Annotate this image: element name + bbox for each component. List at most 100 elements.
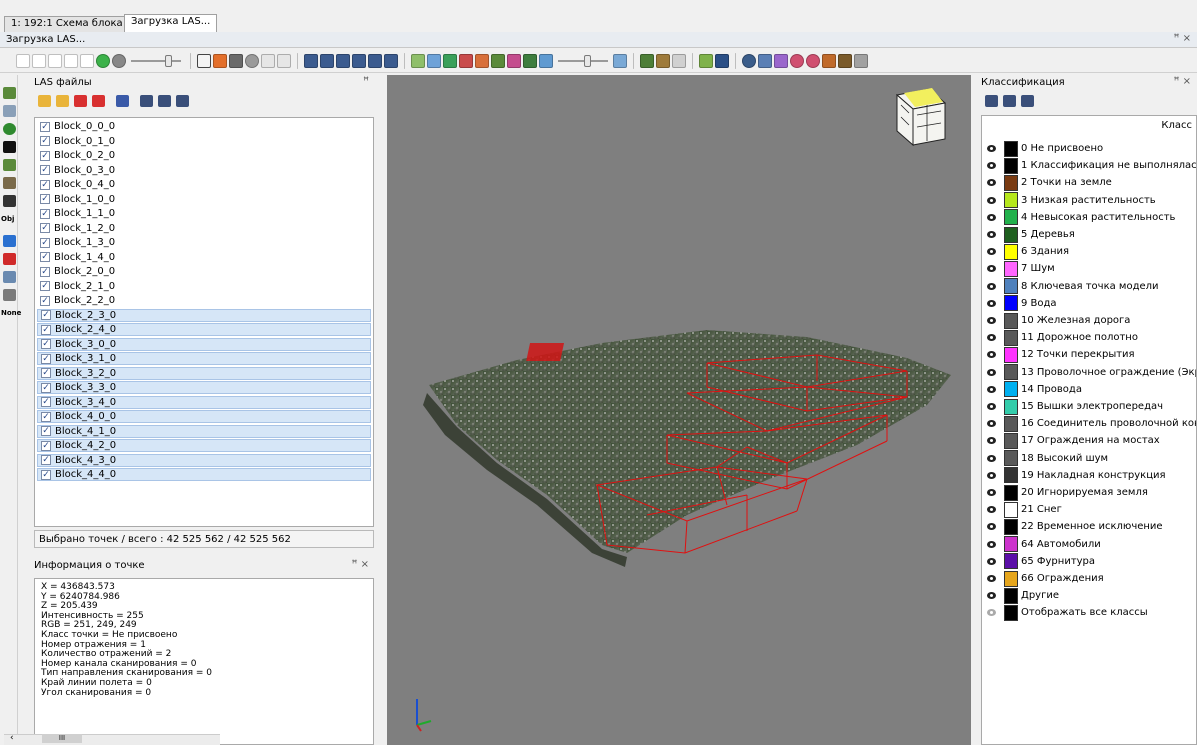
class-horizontal-scrollbar[interactable]: ‹ III — [4, 733, 220, 745]
class-color-swatch[interactable] — [1004, 295, 1018, 312]
ground-tool-icon[interactable] — [3, 159, 16, 171]
grid-icon[interactable] — [672, 53, 686, 68]
visibility-eye-icon[interactable] — [987, 162, 996, 170]
vector-icon[interactable] — [822, 53, 836, 68]
file-checkbox[interactable]: ✓ — [41, 339, 51, 349]
file-checkbox[interactable]: ✓ — [40, 165, 50, 175]
class-row[interactable]: 65 Фурнитура — [982, 553, 1196, 570]
las-file-row[interactable]: ✓ Block_3_4_0 — [37, 395, 371, 409]
file-checkbox[interactable]: ✓ — [40, 150, 50, 161]
las-file-row[interactable]: ✓ Block_3_1_0 — [37, 352, 371, 365]
visibility-eye-icon[interactable] — [987, 368, 996, 376]
navigation-cube[interactable] — [895, 88, 947, 147]
class-color-swatch[interactable] — [1004, 536, 1018, 553]
file-checkbox[interactable]: ✓ — [41, 455, 51, 465]
view-iso-icon[interactable] — [384, 53, 398, 68]
file-checkbox[interactable]: ✓ — [41, 368, 51, 378]
las-file-row[interactable]: ✓ Block_1_0_0 — [37, 193, 371, 206]
las-file-row[interactable]: ✓ Block_2_1_0 — [37, 280, 371, 293]
class-row[interactable]: 5 Деревья — [982, 226, 1196, 243]
class-row[interactable]: 16 Соединитель проволочной констр — [982, 415, 1196, 432]
class-color-swatch[interactable] — [1004, 364, 1018, 381]
pin-close-icons[interactable]: ꟸ × — [352, 559, 369, 570]
view-right-icon[interactable] — [368, 53, 382, 68]
las-file-row[interactable]: ✓ Block_4_1_0 — [37, 424, 371, 438]
redo-icon[interactable] — [277, 53, 291, 68]
las-file-row[interactable]: ✓ Block_2_4_0 — [37, 323, 371, 336]
class-color-swatch[interactable] — [1004, 587, 1018, 604]
export-icon[interactable] — [854, 53, 868, 68]
intensity-slider[interactable] — [558, 54, 608, 68]
tin-tool-icon[interactable] — [3, 105, 16, 117]
class-color-swatch[interactable] — [1004, 209, 1018, 226]
file-checkbox[interactable]: ✓ — [41, 324, 51, 335]
points-filter-icon[interactable] — [806, 53, 820, 68]
uncheck-all-classes-icon[interactable] — [1003, 95, 1016, 107]
class-row[interactable]: 19 Накладная конструкция — [982, 467, 1196, 484]
class-row[interactable]: 7 Шум — [982, 260, 1196, 277]
las-file-row[interactable]: ✓ Block_0_2_0 — [37, 149, 371, 162]
lighting-icon[interactable] — [613, 53, 627, 68]
point-size-icon[interactable] — [197, 53, 211, 68]
invert-classes-icon[interactable] — [1021, 95, 1034, 107]
class-row[interactable]: 2 Точки на земле — [982, 174, 1196, 191]
visibility-eye-icon[interactable] — [987, 506, 996, 514]
class-row[interactable]: 0 Не присвоено — [982, 140, 1196, 157]
zoom-icon[interactable] — [96, 53, 110, 68]
class-color-swatch[interactable] — [1004, 174, 1018, 191]
class-color-swatch[interactable] — [1004, 604, 1018, 621]
visibility-eye-icon[interactable] — [987, 248, 996, 256]
color-return-icon[interactable] — [475, 53, 489, 68]
file-checkbox[interactable]: ✓ — [40, 194, 50, 204]
file-checkbox[interactable]: ✓ — [40, 252, 50, 262]
color-flight-icon[interactable] — [491, 53, 505, 68]
las-file-row[interactable]: ✓ Block_2_0_0 — [37, 265, 371, 278]
color-by-class-icon[interactable] — [213, 53, 227, 68]
visibility-eye-icon[interactable] — [987, 454, 996, 462]
class-row[interactable]: Отображать все классы — [982, 604, 1196, 621]
view-left-icon[interactable] — [352, 53, 366, 68]
color-nir-icon[interactable] — [459, 53, 473, 68]
solid-fill-icon[interactable] — [229, 53, 243, 68]
las-file-row[interactable]: ✓ Block_4_3_0 — [37, 453, 371, 467]
tab-block-schema[interactable]: 1: 192:1 Схема блока — [4, 16, 130, 32]
las-file-row[interactable]: ✓ Block_2_2_0 — [37, 294, 371, 307]
visibility-eye-icon[interactable] — [987, 282, 996, 290]
visibility-eye-icon[interactable] — [987, 179, 996, 187]
visibility-eye-icon[interactable] — [987, 437, 996, 445]
las-file-row[interactable]: ✓ Block_1_4_0 — [37, 251, 371, 264]
none-tool-icon[interactable]: None — [1, 309, 21, 317]
wire-tool-icon[interactable] — [3, 271, 16, 283]
file-checkbox[interactable]: ✓ — [40, 223, 50, 233]
visibility-eye-icon[interactable] — [987, 265, 996, 273]
view-back-icon[interactable] — [336, 53, 350, 68]
rotate-icon[interactable] — [48, 53, 62, 68]
class-color-swatch[interactable] — [1004, 398, 1018, 415]
visibility-eye-icon[interactable] — [987, 213, 996, 221]
check-all-icon[interactable] — [140, 95, 153, 107]
class-row[interactable]: 8 Ключевая точка модели — [982, 278, 1196, 295]
file-checkbox[interactable]: ✓ — [41, 426, 51, 436]
las-file-row[interactable]: ✓ Block_4_2_0 — [37, 439, 371, 452]
class-row[interactable]: 10 Железная дорога — [982, 312, 1196, 329]
class-row[interactable]: 9 Вода — [982, 295, 1196, 312]
view-front-icon[interactable] — [320, 53, 334, 68]
class-color-swatch[interactable] — [1004, 518, 1018, 535]
class-color-swatch[interactable] — [1004, 312, 1018, 329]
visibility-eye-icon[interactable] — [987, 334, 996, 342]
class-row[interactable]: 64 Автомобили — [982, 536, 1196, 553]
visibility-eye-icon[interactable] — [987, 471, 996, 479]
class-list[interactable]: Класс 0 Не присвоено 1 Классификация не в… — [981, 115, 1197, 745]
file-checkbox[interactable]: ✓ — [41, 469, 51, 480]
class-row[interactable]: 3 Низкая растительность — [982, 192, 1196, 209]
obj-tool-icon[interactable]: Obj — [1, 215, 14, 223]
pin-close-icons[interactable]: ꟸ × — [1174, 76, 1191, 87]
visibility-eye-icon[interactable] — [987, 592, 996, 600]
color-height-icon[interactable] — [523, 53, 537, 68]
remove-icon[interactable] — [74, 95, 87, 107]
las-file-row[interactable]: ✓ Block_3_2_0 — [37, 366, 371, 380]
measure-icon[interactable] — [758, 53, 772, 68]
file-checkbox[interactable]: ✓ — [40, 208, 50, 219]
las-file-row[interactable]: ✓ Block_1_3_0 — [37, 236, 371, 249]
class-color-swatch[interactable] — [1004, 570, 1018, 587]
